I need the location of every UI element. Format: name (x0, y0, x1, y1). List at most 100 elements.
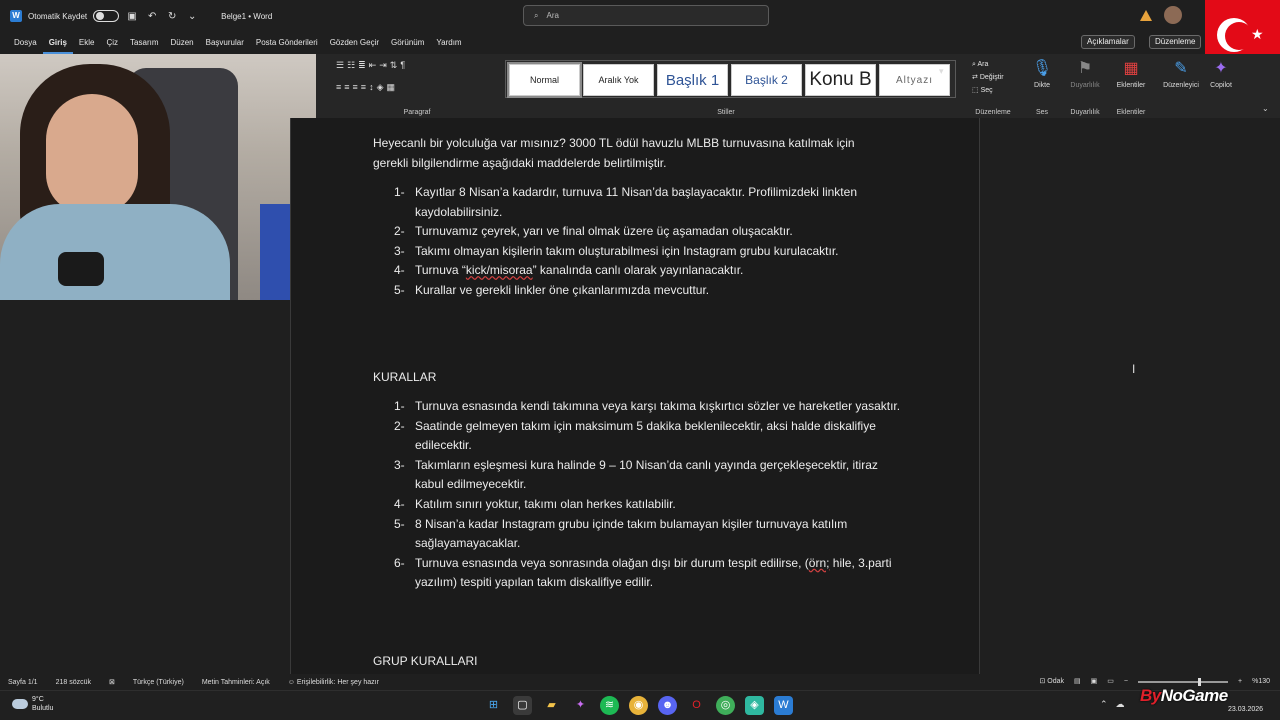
list-item: 2- Turnuvamız çeyrek, yarı ve final olmak… (394, 224, 793, 239)
numbering-icon[interactable]: ☷ (347, 60, 355, 71)
task-view-icon[interactable]: ▢ (513, 696, 532, 715)
search-icon: ⌕ (534, 10, 539, 20)
accessibility-status[interactable]: ☺ Erişilebilirlik: Her şey hazır (288, 679, 379, 686)
tab-duzen[interactable]: Düzen (165, 32, 200, 54)
tray-expand-icon[interactable]: ⌃ (1100, 699, 1108, 710)
tab-gozden-gecir[interactable]: Gözden Geçir (324, 32, 385, 54)
app-icon[interactable]: ◈ (745, 696, 764, 715)
list-item: 4- Katılım sınırı yoktur, takımı olan her… (394, 496, 676, 511)
discord-icon[interactable]: ☻ (658, 696, 677, 715)
style-no-spacing[interactable]: Aralık Yok (583, 64, 654, 96)
tab-gorunum[interactable]: Görünüm (385, 32, 430, 54)
line-spacing-icon[interactable]: ↕ (369, 82, 374, 93)
word-taskbar-icon[interactable]: W (774, 696, 793, 715)
justify-icon[interactable]: ≡ (361, 82, 366, 93)
opera-icon[interactable]: O (687, 696, 706, 715)
ribbon-collapse-icon[interactable]: ⌄ (1262, 104, 1269, 113)
date-text: 23.03.2026 (1228, 706, 1264, 713)
left-margin-pane (0, 300, 290, 674)
undo-icon[interactable]: ↶ (145, 11, 159, 22)
paragraph-group: ☰ ☷ ≣ ⇤ ⇥ ⇅ ¶ ≡ ≡ ≡ ≡ ↕ ◈ ▦ Paragraf (332, 54, 502, 118)
list-item: 3- Takımı olmayan kişilerin takım oluştur… (394, 243, 839, 258)
search-placeholder: Ara (546, 11, 559, 20)
increase-indent-icon[interactable]: ⇥ (379, 60, 387, 71)
copilot-taskbar-icon[interactable]: ✦ (571, 696, 590, 715)
start-icon[interactable]: ⊞ (484, 696, 503, 715)
select-button[interactable]: ⬚ Seç (972, 84, 1004, 97)
browser-icon[interactable]: ◎ (716, 696, 735, 715)
sensitivity-button[interactable]: ⚑ Duyarlılık (1060, 58, 1110, 89)
focus-button[interactable]: ⊡ Odak (1039, 677, 1064, 685)
replace-button[interactable]: ⇄ Değiştir (972, 71, 1004, 84)
word-count[interactable]: 218 sözcük (56, 679, 91, 686)
align-left-icon[interactable]: ≡ (336, 82, 341, 93)
save-icon[interactable]: ▣ (125, 11, 139, 22)
editing-label: Düzenleme (975, 109, 1011, 116)
onedrive-icon[interactable]: ☁ (1116, 699, 1125, 710)
multilevel-icon[interactable]: ≣ (358, 60, 366, 71)
addins-button[interactable]: ▦ Eklentiler (1106, 58, 1156, 89)
style-heading-1[interactable]: Başlık 1 (657, 64, 728, 96)
group-rules-heading: GRUP KURALLARI (373, 654, 478, 668)
align-center-icon[interactable]: ≡ (344, 82, 349, 93)
zoom-level[interactable]: %130 (1252, 678, 1270, 685)
rules-heading: KURALLAR (373, 370, 437, 384)
copilot-button[interactable]: ✦ Copilot (1196, 58, 1246, 89)
bullets-icon[interactable]: ☰ (336, 60, 344, 71)
zoom-in-icon[interactable]: + (1238, 678, 1242, 685)
page-count[interactable]: Sayfa 1/1 (8, 679, 38, 686)
borders-icon[interactable]: ▦ (386, 82, 395, 93)
taskbar-apps: ⊞ ▢ ▰ ✦ ≋ ◉ ☻ O ◎ ◈ W (484, 696, 793, 715)
web-layout-icon[interactable]: ▭ (1107, 677, 1114, 685)
pilcrow-icon[interactable]: ¶ (400, 60, 405, 71)
zoom-out-icon[interactable]: − (1124, 678, 1128, 685)
editing-group: ⌕ Ara ⇄ Değiştir ⬚ Seç Düzenleme (968, 54, 1018, 118)
text-prediction-status[interactable]: Metin Tahminleri: Açık (202, 679, 270, 686)
avatar[interactable] (1164, 6, 1182, 24)
read-mode-icon[interactable]: ▤ (1074, 677, 1081, 685)
weather-widget[interactable]: 9°C Bulutlu (12, 695, 53, 713)
addins-label: Eklentiler (1116, 109, 1146, 116)
styles-label: Stiller (717, 109, 735, 116)
tab-ciz[interactable]: Çiz (100, 32, 124, 54)
shading-icon[interactable]: ◈ (377, 82, 384, 93)
tab-posta[interactable]: Posta Gönderileri (250, 32, 324, 54)
mouse-cursor-icon: I (1132, 362, 1136, 376)
style-normal[interactable]: Normal (507, 62, 582, 98)
search-input[interactable]: ⌕ Ara (523, 5, 769, 26)
autosave-label: Otomatik Kaydet (28, 11, 88, 21)
zoom-slider[interactable] (1138, 678, 1228, 686)
proofing-icon[interactable]: ⊠ (109, 678, 115, 686)
comments-button[interactable]: Açıklamalar (1081, 35, 1135, 49)
clock[interactable]: 23.03.2026 (1228, 695, 1263, 715)
warning-icon[interactable] (1140, 9, 1152, 21)
tab-yardim[interactable]: Yardım (430, 32, 467, 54)
file-explorer-icon[interactable]: ▰ (542, 696, 561, 715)
align-right-icon[interactable]: ≡ (353, 82, 358, 93)
tab-tasarim[interactable]: Tasarım (124, 32, 164, 54)
weather-desc: Bulutlu (32, 705, 54, 712)
chrome-icon[interactable]: ◉ (629, 696, 648, 715)
document-title: Belge1 • Word (221, 11, 273, 21)
decrease-indent-icon[interactable]: ⇤ (369, 60, 377, 71)
intro-paragraph: Heyecanlı bir yolculuğa var mısınız? 300… (373, 136, 855, 170)
autosave-toggle[interactable] (93, 10, 120, 22)
spotify-icon[interactable]: ≋ (600, 696, 619, 715)
redo-icon[interactable]: ↻ (165, 11, 179, 22)
tab-giris[interactable]: Giriş (42, 32, 73, 54)
tab-basvurular[interactable]: Başvurular (200, 32, 250, 54)
rules-list: 1- Turnuva esnasında kendi takımına veya … (394, 397, 904, 593)
tab-ekle[interactable]: Ekle (73, 32, 101, 54)
language-status[interactable]: Türkçe (Türkiye) (133, 679, 184, 686)
document-canvas[interactable]: Heyecanlı bir yolculuğa var mısınız? 300… (290, 118, 980, 674)
style-heading-2[interactable]: Başlık 2 (731, 64, 802, 96)
styles-more-icon[interactable]: ▾ (939, 66, 944, 77)
print-layout-icon[interactable]: ▣ (1091, 677, 1098, 685)
style-title[interactable]: Konu B (805, 64, 876, 96)
find-button[interactable]: ⌕ Ara (972, 58, 1004, 71)
accessibility-icon: ☺ (287, 678, 297, 686)
editing-mode-button[interactable]: Düzenleme (1149, 35, 1202, 49)
tab-dosya[interactable]: Dosya (8, 32, 43, 54)
sort-icon[interactable]: ⇅ (390, 60, 398, 71)
customize-toolbar-icon[interactable]: ⌄ (185, 11, 199, 22)
